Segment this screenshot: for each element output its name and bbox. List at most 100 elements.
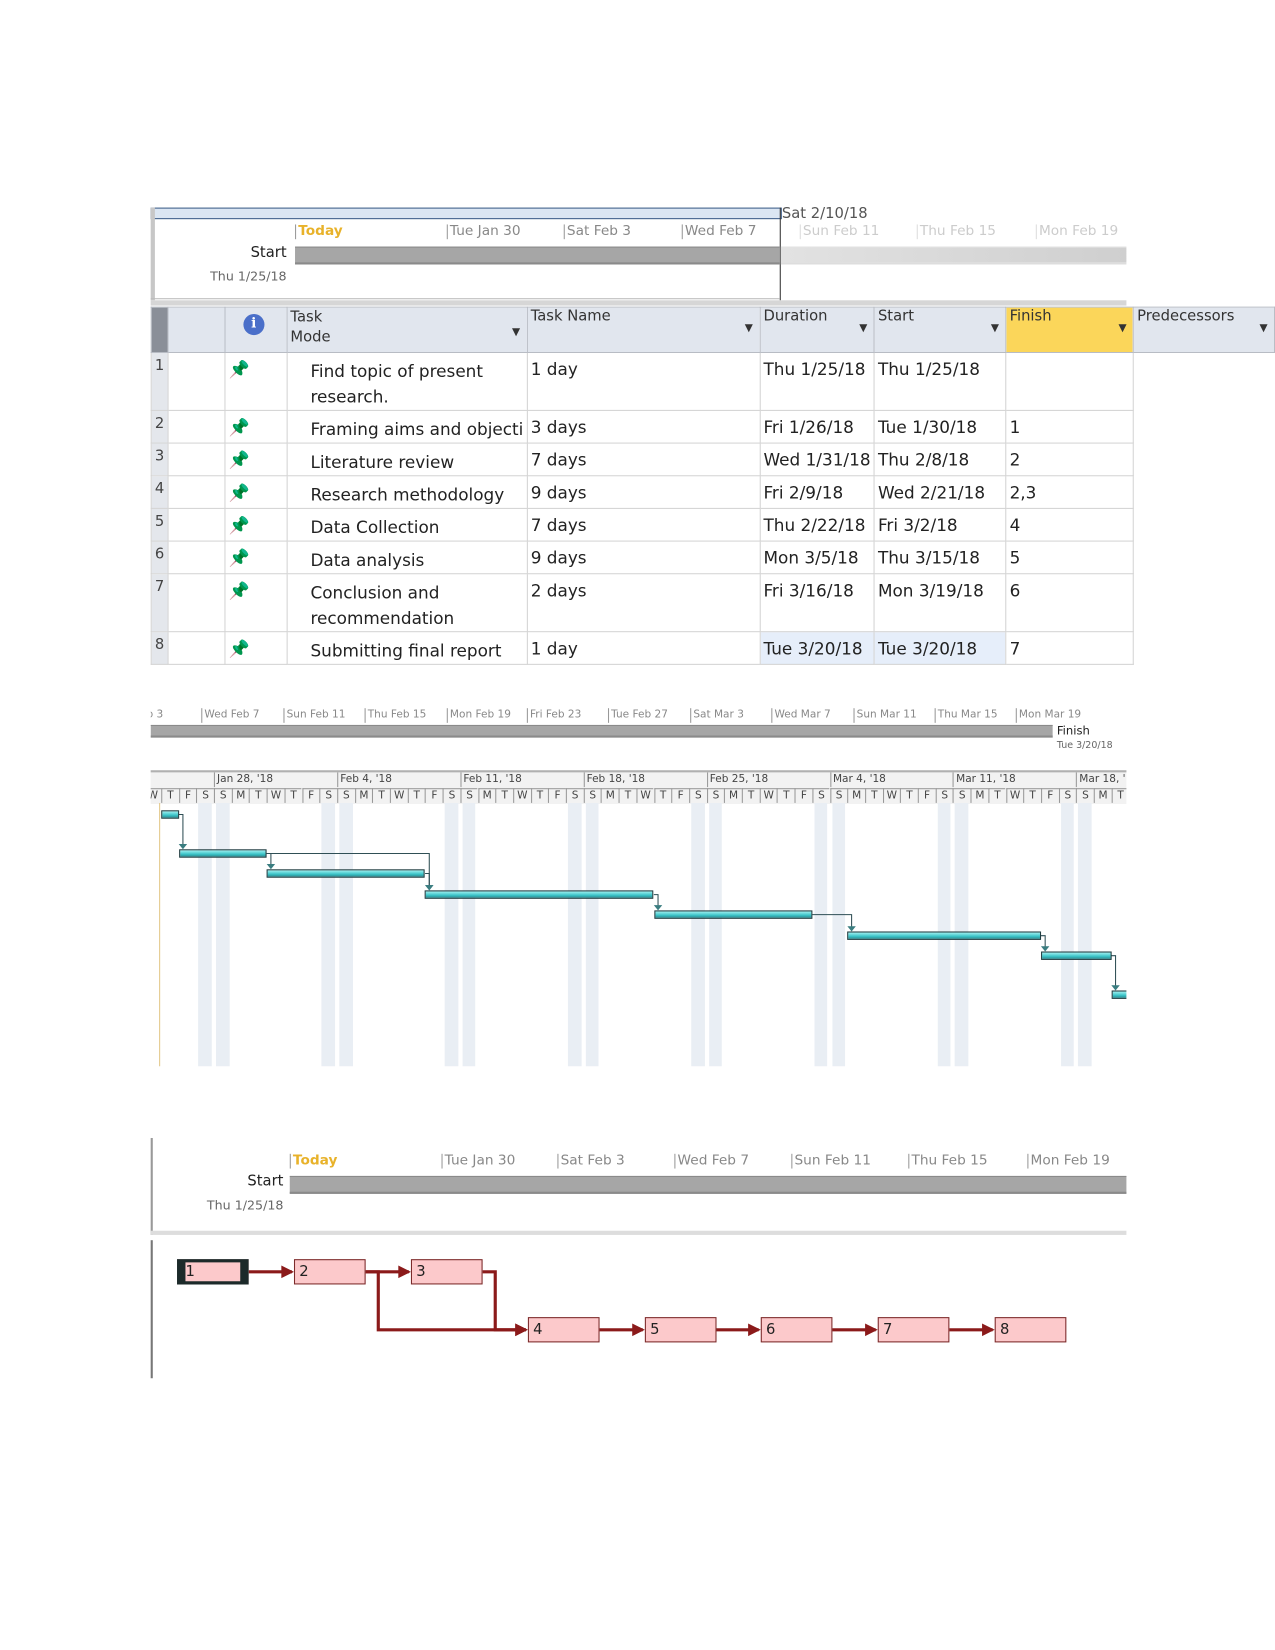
task-mode-cell[interactable]: 📌 xyxy=(224,475,288,509)
task-name-cell[interactable]: Submitting final report xyxy=(286,631,528,665)
duration-cell[interactable]: 2 days xyxy=(526,573,761,633)
dropdown-arrow-icon[interactable]: ▼ xyxy=(1259,322,1267,334)
task-bar[interactable] xyxy=(161,810,179,819)
duration-cell[interactable]: 1 day xyxy=(526,351,761,411)
task-bar[interactable] xyxy=(178,849,267,858)
duration-cell[interactable]: 1 day xyxy=(526,631,761,665)
row-id[interactable]: 8 xyxy=(150,631,169,665)
network-node[interactable]: 3 xyxy=(410,1259,483,1285)
row-id[interactable]: 3 xyxy=(150,442,169,477)
select-all-cell[interactable] xyxy=(167,306,226,353)
table-row[interactable]: 4 📌 Research methodology 9 days Fri 2/9/18 We… xyxy=(150,475,1274,509)
timeline-bar[interactable] xyxy=(295,246,780,265)
start-cell[interactable]: Mon 3/5/18 xyxy=(759,540,875,575)
duration-cell[interactable]: 3 days xyxy=(526,409,761,444)
task-name-cell[interactable]: Find topic of present research. xyxy=(286,351,528,411)
predecessors-cell[interactable]: 7 xyxy=(1005,631,1135,665)
task-name-cell[interactable]: Literature review xyxy=(286,442,528,477)
day-letter: S xyxy=(442,788,461,803)
row-id[interactable]: 4 xyxy=(150,475,169,509)
dropdown-arrow-icon[interactable]: ▼ xyxy=(1119,322,1127,334)
duration-cell[interactable]: 7 days xyxy=(526,507,761,542)
task-mode-cell[interactable]: 📌 xyxy=(224,631,288,665)
task-bar[interactable] xyxy=(847,931,1041,940)
finish-cell[interactable]: Tue 1/30/18 xyxy=(873,409,1007,444)
predecessors-cell[interactable]: 4 xyxy=(1005,507,1135,542)
column-header-start[interactable]: Start ▼ xyxy=(873,306,1007,353)
task-bar[interactable] xyxy=(653,910,813,919)
dropdown-arrow-icon[interactable]: ▼ xyxy=(745,322,753,334)
task-bar[interactable] xyxy=(1111,990,1127,999)
finish-cell[interactable]: Tue 3/20/18 xyxy=(873,631,1007,665)
task-name-cell[interactable]: Research methodology xyxy=(286,475,528,509)
column-header-task-name[interactable]: Task Name ▼ xyxy=(526,306,761,353)
dropdown-arrow-icon[interactable]: ▼ xyxy=(512,322,520,342)
task-name-cell[interactable]: Data analysis xyxy=(286,540,528,575)
task-mode-cell[interactable]: 📌 xyxy=(224,573,288,633)
start-cell[interactable]: Fri 2/9/18 xyxy=(759,475,875,509)
task-name-cell[interactable]: Conclusion and recommendation xyxy=(286,573,528,633)
row-id[interactable]: 5 xyxy=(150,507,169,542)
task-name-cell[interactable]: Data Collection xyxy=(286,507,528,542)
task-mode-cell[interactable]: 📌 xyxy=(224,409,288,444)
column-header-indicators[interactable]: i xyxy=(224,306,288,353)
column-header-task-mode[interactable]: Task Mode ▼ xyxy=(286,306,528,353)
task-bar[interactable] xyxy=(266,869,426,878)
start-cell[interactable]: Fri 1/26/18 xyxy=(759,409,875,444)
table-row[interactable]: 7 📌 Conclusion and recommendation 2 days Fri… xyxy=(150,573,1274,633)
today-label[interactable]: Today xyxy=(295,224,343,240)
network-node[interactable]: 4 xyxy=(527,1317,600,1343)
finish-cell[interactable]: Thu 2/8/18 xyxy=(873,442,1007,477)
task-mode-cell[interactable]: 📌 xyxy=(224,442,288,477)
timeline-bar[interactable] xyxy=(150,724,1053,738)
table-row[interactable]: 5 📌 Data Collection 7 days Thu 2/22/18 Fri 3/… xyxy=(150,507,1274,542)
column-header-duration[interactable]: Duration ▼ xyxy=(759,306,875,353)
dropdown-arrow-icon[interactable]: ▼ xyxy=(859,322,867,334)
table-row[interactable]: 6 📌 Data analysis 9 days Mon 3/5/18 Thu 3/15/… xyxy=(150,540,1274,575)
task-bar[interactable] xyxy=(1040,951,1112,960)
dropdown-arrow-icon[interactable]: ▼ xyxy=(991,322,999,334)
task-mode-cell[interactable]: 📌 xyxy=(224,507,288,542)
start-cell[interactable]: Thu 2/22/18 xyxy=(759,507,875,542)
timeline-bar[interactable] xyxy=(289,1175,1127,1194)
table-row[interactable]: 8 📌 Submitting final report 1 day Tue 3/20/1… xyxy=(150,631,1274,665)
network-node[interactable]: 6 xyxy=(760,1317,833,1343)
finish-cell[interactable]: Mon 3/19/18 xyxy=(873,573,1007,633)
task-mode-cell[interactable]: 📌 xyxy=(224,540,288,575)
predecessors-cell[interactable]: 2 xyxy=(1005,442,1135,477)
column-header-predecessors[interactable]: Predecessors ▼ xyxy=(1132,306,1275,353)
start-cell[interactable]: Fri 3/16/18 xyxy=(759,573,875,633)
row-id[interactable]: 1 xyxy=(150,351,169,411)
predecessors-cell[interactable]: 6 xyxy=(1005,573,1135,633)
network-node[interactable]: 7 xyxy=(877,1317,950,1343)
predecessors-cell[interactable]: 1 xyxy=(1005,409,1135,444)
network-node[interactable]: 8 xyxy=(994,1317,1067,1343)
task-mode-cell[interactable]: 📌 xyxy=(224,351,288,411)
column-header-finish[interactable]: Finish ▼ xyxy=(1005,306,1135,353)
finish-cell[interactable]: Fri 3/2/18 xyxy=(873,507,1007,542)
network-node[interactable]: 1 xyxy=(177,1259,249,1285)
today-label[interactable]: Today xyxy=(289,1153,337,1169)
row-id[interactable]: 2 xyxy=(150,409,169,444)
finish-cell[interactable]: Thu 3/15/18 xyxy=(873,540,1007,575)
start-cell[interactable]: Tue 3/20/18 xyxy=(759,631,875,665)
task-bar[interactable] xyxy=(425,890,654,899)
table-row[interactable]: 3 📌 Literature review 7 days Wed 1/31/18 Thu … xyxy=(150,442,1274,477)
task-name-cell[interactable]: Framing aims and objecti xyxy=(286,409,528,444)
predecessors-cell[interactable] xyxy=(1005,351,1135,411)
duration-cell[interactable]: 9 days xyxy=(526,540,761,575)
row-id[interactable]: 7 xyxy=(150,573,169,633)
finish-cell[interactable]: Wed 2/21/18 xyxy=(873,475,1007,509)
start-cell[interactable]: Wed 1/31/18 xyxy=(759,442,875,477)
table-row[interactable]: 2 📌 Framing aims and objecti 3 days Fri 1/26… xyxy=(150,409,1274,444)
network-node[interactable]: 5 xyxy=(644,1317,717,1343)
start-cell[interactable]: Thu 1/25/18 xyxy=(759,351,875,411)
finish-cell[interactable]: Thu 1/25/18 xyxy=(873,351,1007,411)
row-id[interactable]: 6 xyxy=(150,540,169,575)
table-row[interactable]: 1 📌 Find topic of present research. 1 day Th… xyxy=(150,351,1274,411)
duration-cell[interactable]: 7 days xyxy=(526,442,761,477)
predecessors-cell[interactable]: 2,3 xyxy=(1005,475,1135,509)
duration-cell[interactable]: 9 days xyxy=(526,475,761,509)
predecessors-cell[interactable]: 5 xyxy=(1005,540,1135,575)
network-node[interactable]: 2 xyxy=(293,1259,366,1285)
